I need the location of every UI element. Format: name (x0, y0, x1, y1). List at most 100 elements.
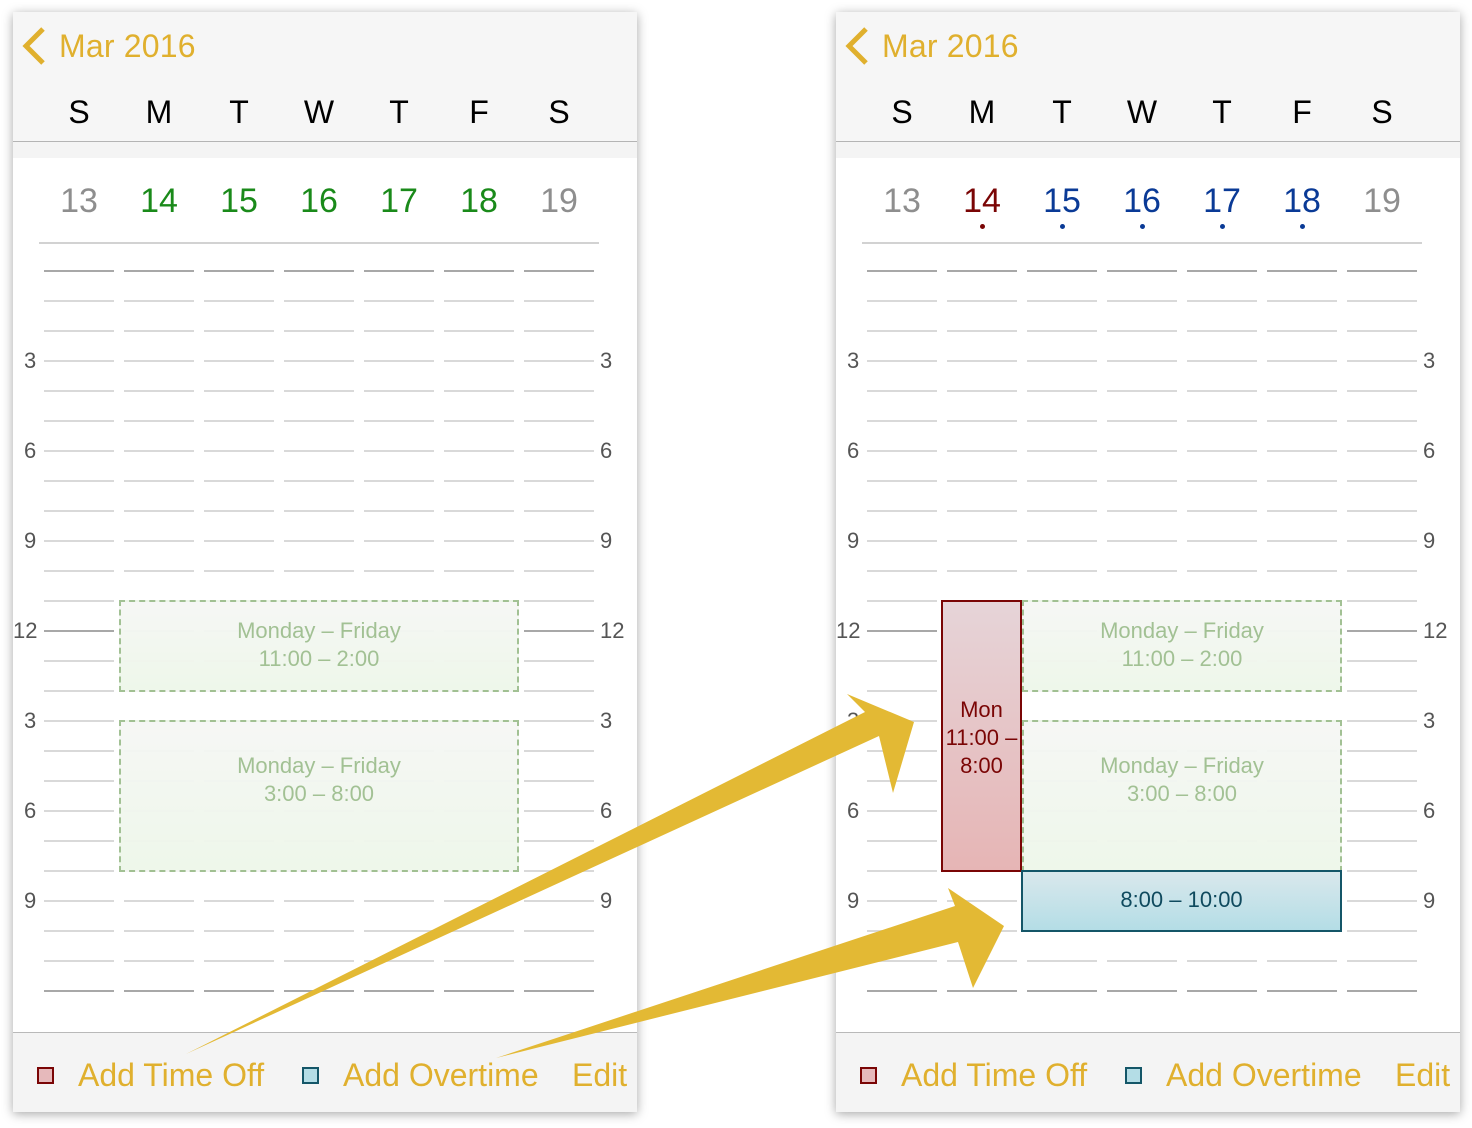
hour-gridline (867, 660, 937, 662)
hour-gridline (524, 330, 594, 332)
hour-label-left: 6 (24, 438, 37, 463)
hour-gridline (1027, 960, 1097, 962)
hour-label-left: 9 (847, 888, 860, 913)
hour-gridline (867, 930, 937, 932)
hour-gridline (44, 780, 114, 782)
hour-gridline (284, 330, 354, 332)
noon-gridline (44, 630, 114, 632)
overtime-block[interactable]: 8:00 – 10:00 (1021, 870, 1342, 932)
hour-gridline (1107, 300, 1177, 302)
noon-gridline (524, 630, 594, 632)
availability-block[interactable]: Monday – Friday 11:00 – 2:00 (1022, 600, 1342, 692)
hour-gridline (204, 570, 274, 572)
hour-gridline (124, 900, 194, 902)
hour-gridline (1187, 270, 1257, 272)
hour-gridline (44, 450, 114, 452)
edit-button[interactable]: Edit (572, 1057, 627, 1094)
time-off-line1: Mon (960, 697, 1003, 722)
hour-gridline (1107, 540, 1177, 542)
availability-block[interactable]: Monday – Friday 3:00 – 8:00 (1022, 720, 1342, 872)
add-time-off-button[interactable]: Add Time Off (860, 1057, 1087, 1094)
time-off-block[interactable]: Mon 11:00 – 8:00 (941, 600, 1022, 872)
hour-gridline (1347, 330, 1417, 332)
hour-gridline (1187, 360, 1257, 362)
add-overtime-button[interactable]: Add Overtime (302, 1057, 539, 1094)
hour-label-right: 3 (1423, 348, 1436, 373)
hour-label-right: 3 (600, 348, 613, 373)
hour-gridline (444, 990, 514, 992)
hour-gridline (44, 330, 114, 332)
hour-gridline (444, 570, 514, 572)
hour-label-left: 12 (836, 618, 861, 643)
hour-gridline (1027, 420, 1097, 422)
hour-gridline (1347, 660, 1417, 662)
hour-gridline (947, 480, 1017, 482)
hour-label-left: 6 (24, 798, 37, 823)
hour-gridline (284, 900, 354, 902)
hour-gridline (524, 810, 594, 812)
hour-gridline (1347, 870, 1417, 872)
hour-gridline (1187, 450, 1257, 452)
hour-label-left: 3 (24, 348, 37, 373)
hour-gridline (124, 960, 194, 962)
time-off-swatch-icon (860, 1067, 877, 1084)
availability-block[interactable]: Monday – Friday 11:00 – 2:00 (119, 600, 519, 692)
hour-gridline (1187, 480, 1257, 482)
hour-gridline (364, 570, 434, 572)
availability-days: Monday – Friday (1100, 753, 1264, 778)
hour-gridline (284, 990, 354, 992)
hour-gridline (364, 360, 434, 362)
availability-text: Monday – Friday 11:00 – 2:00 (121, 617, 517, 673)
hour-label-left: 3 (847, 708, 860, 733)
hour-gridline (524, 660, 594, 662)
hour-gridline (1267, 480, 1337, 482)
hour-gridline (44, 480, 114, 482)
time-off-line3: 8:00 (960, 753, 1003, 778)
hour-gridline (947, 390, 1017, 392)
hour-gridline (1267, 330, 1337, 332)
bottom-toolbar: Add Time Off Add Overtime Edit (13, 1032, 637, 1112)
hour-gridline (284, 510, 354, 512)
hour-gridline (44, 510, 114, 512)
hour-gridline (1027, 330, 1097, 332)
hour-gridline (524, 900, 594, 902)
hour-gridline (204, 990, 274, 992)
hour-gridline (947, 330, 1017, 332)
hour-gridline (1347, 450, 1417, 452)
hour-label-right: 9 (1423, 528, 1436, 553)
hour-label-right: 9 (1423, 888, 1436, 913)
hour-label-right: 12 (600, 618, 625, 643)
hour-gridline (1187, 390, 1257, 392)
hour-label-left: 9 (24, 888, 37, 913)
hour-gridline (1107, 510, 1177, 512)
hour-gridline (524, 300, 594, 302)
hour-label-left: 9 (847, 528, 860, 553)
hour-gridline (124, 390, 194, 392)
hour-gridline (364, 990, 434, 992)
hour-gridline (1027, 450, 1097, 452)
day-grid[interactable]: 3 3 6 6 9 9 12 12 3 3 6 6 9 9 Monday – Friday 11:00 – 2… (13, 12, 637, 1112)
add-overtime-button[interactable]: Add Overtime (1125, 1057, 1362, 1094)
hour-gridline (204, 510, 274, 512)
edit-button[interactable]: Edit (1395, 1057, 1450, 1094)
hour-label-right: 3 (600, 708, 613, 733)
hour-gridline (444, 480, 514, 482)
availability-block[interactable]: Monday – Friday 3:00 – 8:00 (119, 720, 519, 872)
hour-label-right: 6 (600, 438, 613, 463)
hour-gridline (1347, 840, 1417, 842)
hour-gridline (44, 870, 114, 872)
hour-gridline (1107, 270, 1177, 272)
hour-gridline (524, 840, 594, 842)
hour-label-left: 6 (847, 798, 860, 823)
hour-gridline (1267, 270, 1337, 272)
hour-gridline (284, 360, 354, 362)
hour-gridline (204, 360, 274, 362)
hour-gridline (124, 480, 194, 482)
day-grid[interactable]: 3 3 6 6 9 9 12 12 3 3 6 6 9 9 Monday – Friday 11:00 – 2… (836, 12, 1460, 1112)
add-time-off-button[interactable]: Add Time Off (37, 1057, 264, 1094)
hour-gridline (364, 330, 434, 332)
hour-gridline (867, 990, 937, 992)
hour-gridline (204, 270, 274, 272)
add-time-off-label: Add Time Off (78, 1057, 265, 1093)
add-overtime-label: Add Overtime (343, 1057, 539, 1093)
